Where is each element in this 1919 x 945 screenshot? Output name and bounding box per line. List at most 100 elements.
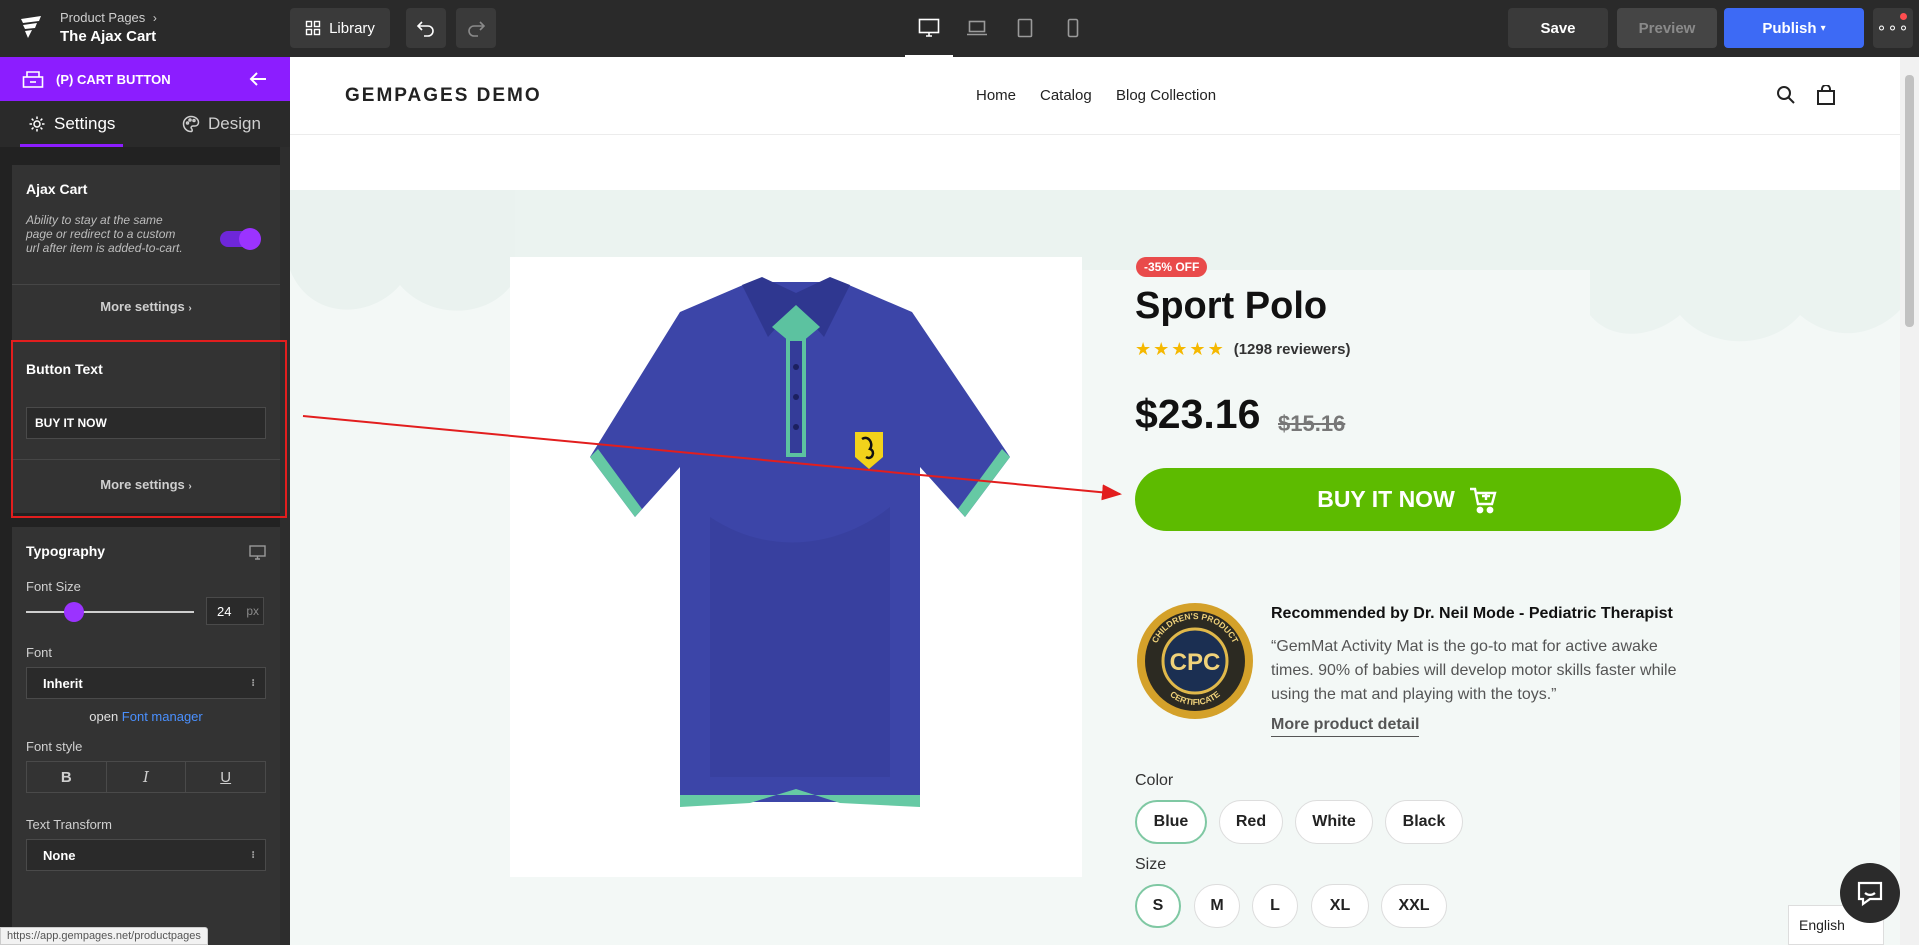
font-manager-link[interactable]: Font manager [122,709,203,724]
tab-settings[interactable]: Settings [19,101,124,147]
status-url: https://app.gempages.net/productpages [0,927,208,945]
device-laptop-button[interactable] [962,14,992,42]
star-icon: ★ [1135,339,1152,359]
buy-it-now-button[interactable]: BUY IT NOW [1135,468,1681,531]
button-text-highlight [11,340,287,518]
size-option-s[interactable]: S [1135,884,1181,928]
color-option-white[interactable]: White [1295,800,1373,844]
chat-bubble-icon [1857,881,1883,907]
size-option-xl[interactable]: XL [1311,884,1369,928]
cart-plus-icon [1469,487,1497,513]
italic-icon: I [143,768,149,786]
panel-tabs: Settings Design [0,101,290,147]
undo-icon [416,21,434,37]
star-icon: ★ [1207,339,1224,359]
discount-badge: -35% OFF [1136,257,1208,277]
font-select[interactable]: Inherit ⁝ [26,667,266,699]
canvas-scrollbar[interactable] [1900,57,1919,945]
more-product-detail-link[interactable]: More product detail [1271,716,1420,737]
laptop-icon [967,20,987,36]
panel-scrollbar[interactable] [280,147,290,945]
toggle-knob [239,228,261,250]
star-icon: ★ [1171,339,1188,359]
size-option-l[interactable]: L [1252,884,1298,928]
select-caret-icon: ⁝ [251,677,255,689]
italic-button[interactable]: I [107,762,187,792]
color-label: Color [1135,772,1174,789]
polo-shirt-image [590,277,1010,807]
device-tablet-button[interactable] [1010,14,1040,42]
grid-icon [305,20,321,36]
divider [12,284,280,285]
font-style-group: B I U [26,761,266,793]
publish-button[interactable]: Publish ▾ [1724,8,1864,48]
cart-button-element-icon [22,71,44,88]
mobile-icon [1067,18,1079,38]
select-caret-icon: ⁝ [251,849,255,861]
color-option-red[interactable]: Red [1219,800,1283,844]
font-size-unit: px [246,604,259,618]
element-title: (P) CART BUTTON [56,71,171,87]
font-size-input[interactable]: 24 px [206,597,264,625]
page-title[interactable]: The Ajax Cart [60,28,156,45]
tab-design[interactable]: Design [182,101,261,147]
color-option-blue[interactable]: Blue [1135,800,1207,844]
site-brand[interactable]: GEMPAGES DEMO [345,85,542,107]
product-image[interactable] [510,257,1082,877]
chevron-right-icon: › [152,11,157,25]
redo-icon [468,21,486,37]
panel-body: Ajax Cart Ability to stay at the same pa… [0,147,290,945]
ajax-cart-toggle[interactable] [220,228,261,250]
font-size-slider[interactable] [26,611,194,613]
library-button[interactable]: Library [290,8,390,48]
gempages-logo-icon [21,16,41,38]
size-option-xxl[interactable]: XXL [1381,884,1447,928]
canvas-scrollbar-thumb[interactable] [1905,75,1914,327]
nav-link-home[interactable]: Home [976,87,1016,104]
ajax-cart-more-settings[interactable]: More settings › [12,299,280,314]
font-manager-line: open Font manager [12,709,280,724]
redo-button[interactable] [456,8,496,48]
size-label: Size [1135,856,1167,873]
breadcrumb[interactable]: Product Pages › [60,10,157,25]
nav-link-catalog[interactable]: Catalog [1040,87,1092,104]
open-text: open [89,709,119,724]
cpc-certificate-seal: CPC CHILDREN'S PRODUCT CERTIFICATE [1137,603,1253,719]
font-size-slider-handle[interactable] [64,602,84,622]
breadcrumb-label: Product Pages [60,10,146,25]
review-count: (1298 reviewers) [1233,341,1351,358]
gear-icon [29,116,45,132]
ellipsis-icon: ∘∘∘ [1876,20,1910,37]
save-button[interactable]: Save [1508,8,1608,48]
more-options-button[interactable]: ∘∘∘ [1873,8,1913,48]
text-transform-value: None [43,847,76,863]
device-desktop-button[interactable] [905,14,953,57]
size-option-m[interactable]: M [1194,884,1240,928]
device-mobile-button[interactable] [1058,14,1088,42]
bold-icon: B [60,768,72,786]
color-option-black[interactable]: Black [1385,800,1463,844]
ajax-cart-hint: Ability to stay at the same page or redi… [26,213,183,255]
top-bar: Product Pages › The Ajax Cart Library Sa… [0,0,1919,57]
bold-button[interactable]: B [27,762,107,792]
chat-widget-button[interactable] [1840,863,1900,923]
rating-stars: ★ ★ ★ ★ ★ (1298 reviewers) [1135,339,1350,360]
editor-canvas: GEMPAGES DEMO Home Catalog Blog Collecti… [290,57,1919,945]
buy-it-now-label: BUY IT NOW [1317,486,1455,512]
nav-link-blog[interactable]: Blog Collection [1116,87,1216,104]
preview-button[interactable]: Preview [1617,8,1717,48]
undo-button[interactable] [406,8,446,48]
underline-button[interactable]: U [186,762,265,792]
product-price: $23.16 [1135,391,1261,437]
font-label: Font [26,645,53,660]
shopping-bag-icon[interactable] [1816,85,1836,105]
arrow-left-icon[interactable] [248,69,268,89]
desktop-icon[interactable] [249,545,266,560]
font-size-label: Font Size [26,579,81,594]
star-icon: ★ [1189,339,1206,359]
product-title: Sport Polo [1135,285,1328,327]
publish-label: Publish [1762,19,1817,37]
desktop-icon [918,18,940,37]
search-icon[interactable] [1776,85,1796,105]
text-transform-select[interactable]: None ⁝ [26,839,266,871]
